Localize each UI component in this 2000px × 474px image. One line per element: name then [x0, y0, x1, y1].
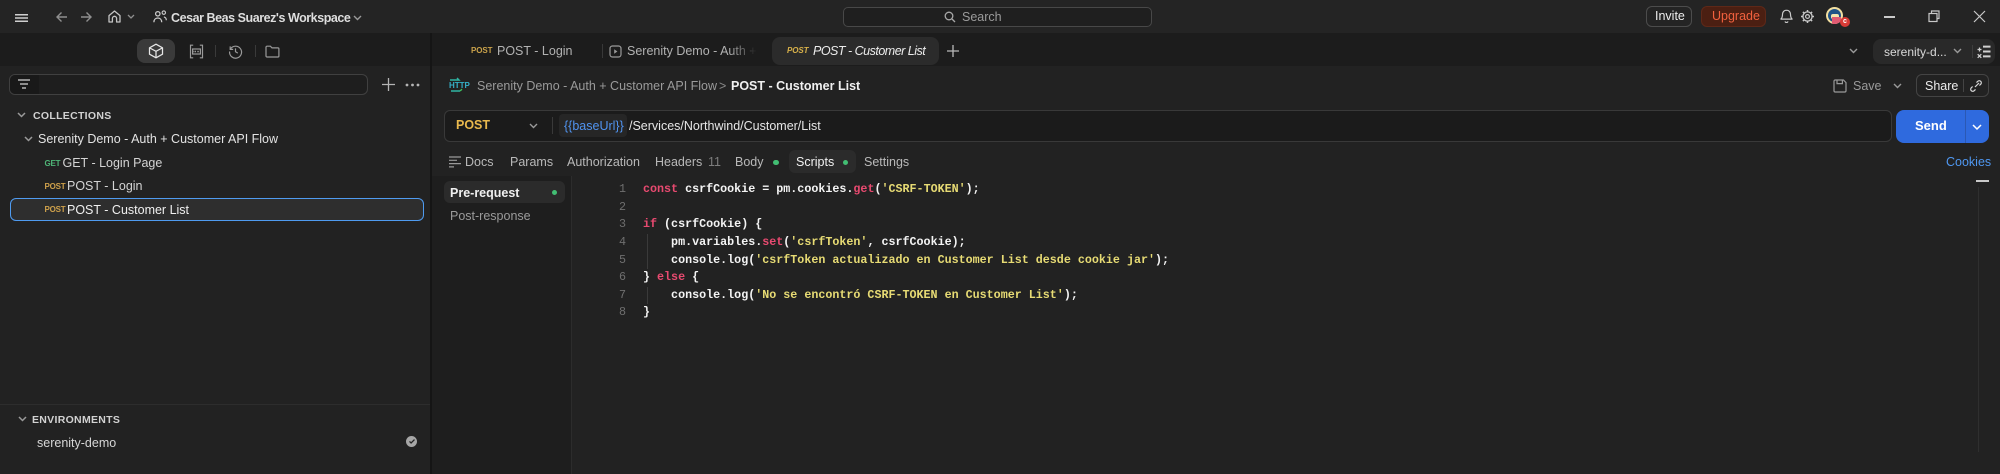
svg-text:HTTP: HTTP — [449, 81, 471, 90]
